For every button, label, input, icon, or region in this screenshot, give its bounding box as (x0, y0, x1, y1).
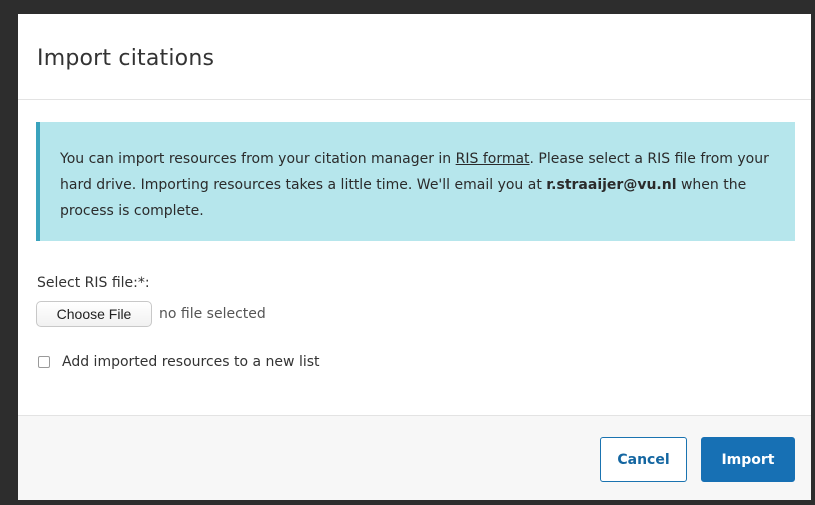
modal-title: Import citations (37, 46, 215, 71)
ris-format-link[interactable]: RIS format (456, 151, 530, 167)
file-status-text: no file selected (159, 306, 266, 322)
new-list-checkbox[interactable] (38, 356, 50, 368)
new-list-option[interactable]: Add imported resources to a new list (38, 354, 320, 370)
cancel-button[interactable]: Cancel (600, 437, 687, 482)
modal-footer: Cancel Import (18, 415, 811, 500)
new-list-checkbox-label[interactable]: Add imported resources to a new list (62, 354, 320, 370)
import-citations-dialog: Import citations You can import resource… (18, 14, 811, 500)
backdrop-right (811, 0, 815, 505)
backdrop (0, 0, 815, 14)
backdrop-bottom (0, 500, 815, 505)
user-email: r.straaijer@vu.nl (546, 177, 677, 193)
import-button[interactable]: Import (701, 437, 795, 482)
info-text-intro: You can import resources from your citat… (60, 151, 456, 167)
ris-file-label: Select RIS file:*: (37, 275, 150, 291)
choose-file-button[interactable]: Choose File (36, 301, 152, 327)
info-alert: You can import resources from your citat… (36, 122, 795, 241)
modal-header: Import citations (18, 14, 811, 100)
backdrop-left (0, 0, 18, 505)
